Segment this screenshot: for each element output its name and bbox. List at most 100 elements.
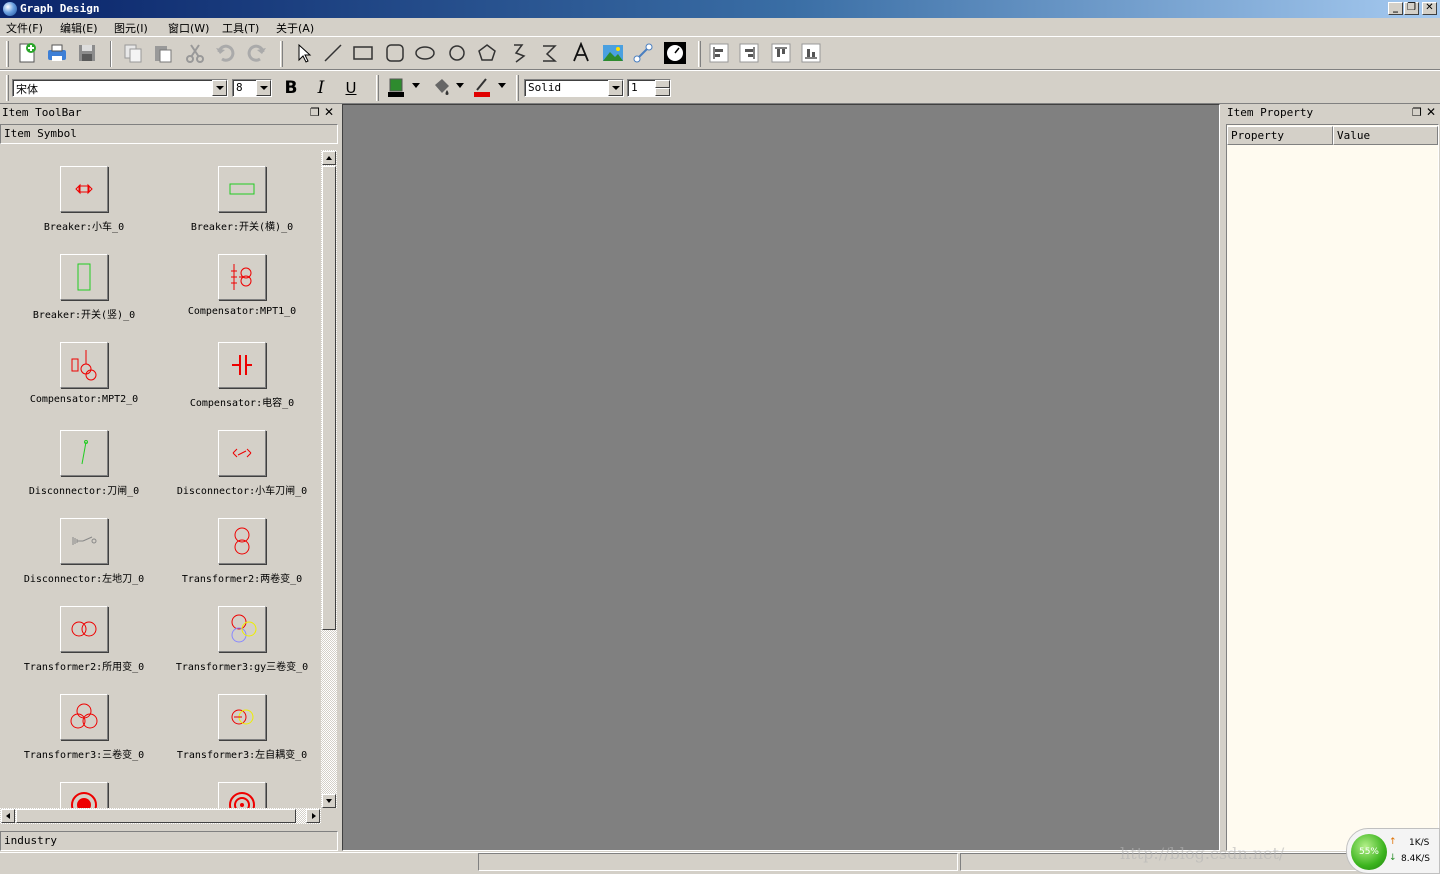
cut-icon[interactable]: [182, 40, 208, 66]
save-icon[interactable]: [74, 40, 100, 66]
symbol-item[interactable]: Disconnector:小车刀闸_0: [158, 430, 316, 518]
horizontal-scroll-thumb[interactable]: [16, 809, 296, 823]
transformer-left-autotransformer-icon[interactable]: [218, 694, 266, 740]
disconnector-cart-knife-icon[interactable]: [218, 430, 266, 476]
menu-file[interactable]: 文件(F): [6, 20, 43, 36]
undo-icon[interactable]: [212, 40, 238, 66]
fill-color-icon[interactable]: [384, 75, 410, 101]
target-symbol-icon[interactable]: [60, 782, 108, 808]
symbol-item[interactable]: Disconnector:刀闸_0: [0, 430, 158, 518]
symbol-item[interactable]: Breaker:小车_0: [0, 166, 158, 254]
item-symbol-tab[interactable]: Item Symbol: [0, 124, 338, 144]
symbol-item[interactable]: Breaker:开关(横)_0: [158, 166, 316, 254]
align-right-icon[interactable]: [736, 40, 762, 66]
copy-icon[interactable]: [120, 40, 146, 66]
scroll-up-icon[interactable]: [322, 151, 336, 165]
ellipse-tool-icon[interactable]: [412, 40, 438, 66]
symbol-item[interactable]: Compensator:MPT1_0: [158, 254, 316, 342]
symbol-item[interactable]: Compensator:电容_0: [158, 342, 316, 430]
bold-button[interactable]: B: [278, 75, 304, 101]
font-family-select[interactable]: 宋体: [12, 79, 228, 97]
symbol-item[interactable]: Transformer3:gy三卷变_0: [158, 606, 316, 694]
value-column-header[interactable]: Value: [1333, 126, 1438, 145]
symbol-item[interactable]: Compensator:MPT2_0: [0, 342, 158, 430]
toolbar-grip[interactable]: [6, 41, 9, 67]
align-left-icon[interactable]: [706, 40, 732, 66]
vertical-scroll-thumb[interactable]: [322, 166, 336, 630]
bucket-dropdown-icon[interactable]: [456, 83, 464, 88]
compensator-capacitor-icon[interactable]: [218, 342, 266, 388]
align-top-icon[interactable]: [768, 40, 794, 66]
undock-icon[interactable]: ❐: [1412, 106, 1422, 119]
menu-window[interactable]: 窗口(W): [168, 20, 209, 36]
transformer-station-icon[interactable]: [60, 606, 108, 652]
drawing-canvas[interactable]: [342, 104, 1220, 851]
breaker-cart-icon[interactable]: [60, 166, 108, 212]
paint-bucket-icon[interactable]: [428, 75, 454, 101]
line-color-dropdown-icon[interactable]: [498, 83, 506, 88]
transformer-2winding-icon[interactable]: [218, 518, 266, 564]
circle-tool-icon[interactable]: [444, 40, 470, 66]
select-pointer-icon[interactable]: [290, 40, 316, 66]
undock-icon[interactable]: ❐: [310, 106, 320, 119]
rectangle-tool-icon[interactable]: [350, 40, 376, 66]
rounded-rect-tool-icon[interactable]: [382, 40, 408, 66]
symbol-item[interactable]: Disconnector:左地刀_0: [0, 518, 158, 606]
menu-about[interactable]: 关于(A): [276, 20, 314, 36]
restore-button[interactable]: ❐: [1404, 2, 1419, 15]
minimize-button[interactable]: _: [1388, 2, 1403, 15]
chevron-down-icon[interactable]: [212, 80, 227, 96]
text-tool-icon[interactable]: [568, 40, 594, 66]
symbol-item[interactable]: [0, 782, 158, 808]
chevron-down-icon[interactable]: [608, 80, 623, 96]
property-column-header[interactable]: Property: [1227, 126, 1333, 145]
scroll-down-icon[interactable]: [322, 794, 336, 808]
symbol-item[interactable]: Transformer2:两卷变_0: [158, 518, 316, 606]
compensator-mpt1-icon[interactable]: [218, 254, 266, 300]
line-tool-icon[interactable]: [320, 40, 346, 66]
category-tab-industry[interactable]: industry: [0, 831, 338, 851]
close-panel-icon[interactable]: ✕: [1426, 105, 1436, 119]
redo-icon[interactable]: [244, 40, 270, 66]
disconnector-left-ground-icon[interactable]: [60, 518, 108, 564]
symbol-item[interactable]: Transformer2:所用变_0: [0, 606, 158, 694]
symbol-item[interactable]: [158, 782, 316, 808]
chevron-down-icon[interactable]: [256, 80, 271, 96]
menu-edit[interactable]: 编辑(E): [60, 20, 98, 36]
font-size-select[interactable]: 8: [232, 79, 272, 97]
gauge-tool-icon[interactable]: [662, 40, 688, 66]
new-file-icon[interactable]: [14, 40, 40, 66]
breaker-vertical-icon[interactable]: [60, 254, 108, 300]
close-button[interactable]: ✕: [1422, 2, 1437, 15]
line-color-icon[interactable]: [470, 75, 496, 101]
symbol-item[interactable]: Breaker:开关(竖)_0: [0, 254, 158, 342]
line-style-select[interactable]: Solid: [524, 79, 624, 97]
spin-up-icon[interactable]: [655, 80, 670, 88]
menu-tools[interactable]: 工具(T): [222, 20, 259, 36]
line-width-spinner[interactable]: 1: [627, 79, 671, 97]
breaker-horizontal-icon[interactable]: [218, 166, 266, 212]
paste-icon[interactable]: [150, 40, 176, 66]
disconnector-knife-icon[interactable]: [60, 430, 108, 476]
align-bottom-icon[interactable]: [798, 40, 824, 66]
symbol-item[interactable]: Transformer3:左自耦变_0: [158, 694, 316, 782]
fill-color-dropdown-icon[interactable]: [412, 83, 420, 88]
underline-button[interactable]: U: [338, 75, 364, 101]
image-tool-icon[interactable]: [600, 40, 626, 66]
connector-tool-icon[interactable]: [630, 40, 656, 66]
network-speed-widget[interactable]: 55% ↑ 1K/S ↓ 8.4K/S: [1346, 828, 1440, 874]
spin-down-icon[interactable]: [655, 88, 670, 96]
menu-item-element[interactable]: 图元(I): [114, 20, 148, 36]
transformer-3winding-icon[interactable]: [60, 694, 108, 740]
close-panel-icon[interactable]: ✕: [324, 105, 334, 119]
compensator-mpt2-icon[interactable]: [60, 342, 108, 388]
polygon-tool-icon[interactable]: [474, 40, 500, 66]
print-icon[interactable]: [44, 40, 70, 66]
scroll-right-icon[interactable]: [306, 809, 320, 823]
italic-button[interactable]: I: [308, 75, 334, 101]
bezier-tool-icon[interactable]: [536, 40, 562, 66]
target-rings-icon[interactable]: [218, 782, 266, 808]
polyline-tool-icon[interactable]: [506, 40, 532, 66]
transformer-gy-3winding-icon[interactable]: [218, 606, 266, 652]
scroll-left-icon[interactable]: [1, 809, 15, 823]
